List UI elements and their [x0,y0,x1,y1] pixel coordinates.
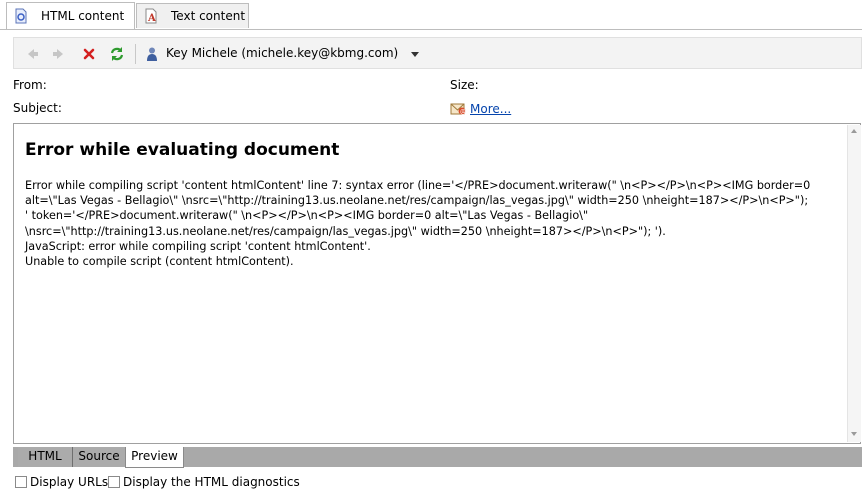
display-diagnostics-label: Display the HTML diagnostics [123,475,300,489]
tab-html-content[interactable]: HTML content [6,2,135,29]
subject-label: Subject: [13,101,62,115]
size-label: Size: [450,78,479,92]
preview-frame [13,123,861,444]
html-document-icon [13,8,29,24]
tab-preview[interactable]: Preview [125,447,184,468]
display-urls-label: Display URLs [30,475,109,489]
refresh-button[interactable] [108,45,126,63]
person-icon [143,45,161,63]
red-x-icon [83,48,95,60]
error-line: Unable to compile script (content htmlCo… [25,255,294,269]
tab-label: HTML content [41,9,125,23]
error-line: \nsrc=\"http://training13.us.neolane.net… [25,224,666,238]
back-button[interactable] [23,45,41,63]
vertical-scrollbar[interactable] [847,125,861,442]
error-title: Error while evaluating document [25,140,340,160]
text-document-icon: A [143,8,159,24]
arrow-right-icon [53,49,63,59]
tab-label: Text content [171,9,246,23]
error-line: alt=\"Las Vegas - Bellagio\" \nsrc=\"htt… [25,194,809,208]
error-line: ' token='</PRE>document.writeraw(" \n<P>… [25,209,589,223]
error-message: Error while compiling script 'content ht… [25,178,847,269]
toolbar-separator [135,44,136,64]
tab-html[interactable]: HTML [18,447,72,467]
toolbar: Key Michele (michele.key@kbmg.com) [13,37,862,69]
error-line: Error while compiling script 'content ht… [25,179,811,192]
chevron-down-icon[interactable] [411,52,419,57]
svg-text:@: @ [460,109,466,116]
svg-text:A: A [147,13,156,24]
refresh-icon [110,47,124,61]
from-label: From: [13,78,47,92]
tab-text-content[interactable]: A Text content [136,3,249,28]
arrow-left-icon [28,49,38,59]
stop-button[interactable] [80,45,98,63]
email-icon[interactable]: @ [450,102,466,116]
error-line: JavaScript: error while compiling script… [25,239,371,253]
recipient-select[interactable]: Key Michele (michele.key@kbmg.com) [166,46,398,60]
more-link[interactable]: More... [470,102,511,116]
forward-button[interactable] [50,45,68,63]
display-urls-checkbox[interactable] [15,476,27,488]
bottom-tab-bar: HTML Source Preview [13,447,862,468]
scroll-down-icon[interactable] [851,432,857,436]
scroll-up-icon[interactable] [851,129,857,133]
tab-source[interactable]: Source [73,447,125,467]
display-diagnostics-checkbox[interactable] [108,476,120,488]
